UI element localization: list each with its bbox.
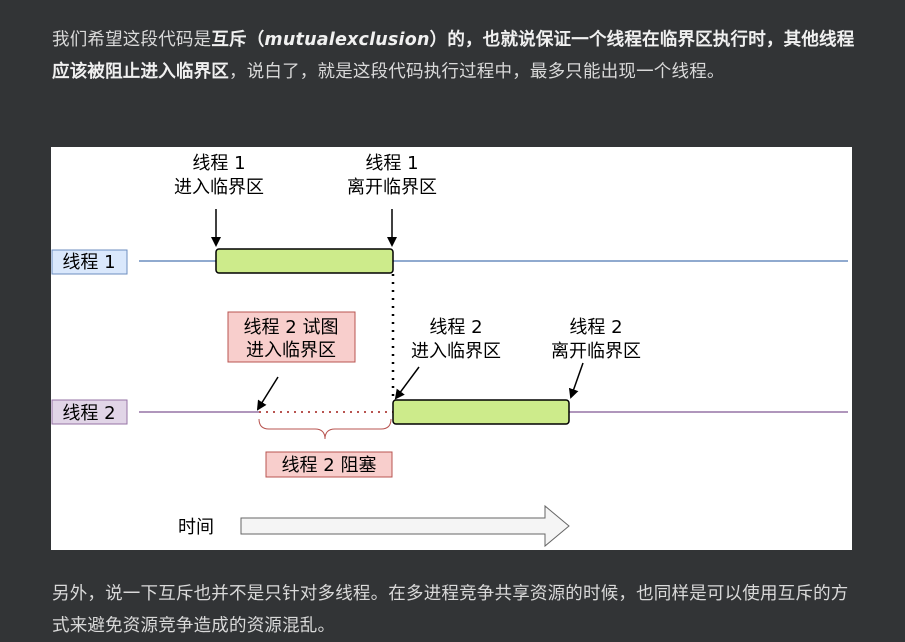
thread2-label: 线程 2 [62,403,115,424]
mutex-timeline-diagram: 线程 1 线程 1 进入临界区 线程 1 离开临界区 线程 2 线程 2 试图 … [51,147,852,550]
t1-exit-label-2: 离开临界区 [347,177,437,198]
t2-try-label-2: 进入临界区 [246,340,336,361]
intro-text-1: 我们希望这段代码是 [52,30,212,50]
thread2-critical-section [392,399,570,425]
intro-italic-term: mutualexclusion [264,30,430,50]
t2-enter-arrow [394,366,420,400]
thread1-label: 线程 1 [62,252,115,273]
t2-try-label-1: 线程 2 试图 [244,317,339,338]
t2-exit-label-2: 离开临界区 [551,341,641,362]
intro-paragraph: 我们希望这段代码是互斥（mutualexclusion）的，也就说保证一个线程在… [52,24,862,88]
blocked-brace [258,418,392,440]
time-arrow [240,504,570,548]
intro-bold-1: 互斥（ [211,30,265,50]
time-label: 时间 [178,517,214,538]
t1-enter-label-2: 进入临界区 [174,177,264,198]
t2-exit-arrow [568,362,584,399]
intro-text-2: ，说白了，就是这段代码执行过程中，最多只能出现一个线程。 [229,62,725,82]
t1-exit-label-1: 线程 1 [365,153,418,174]
t1-enter-label-1: 线程 1 [192,153,245,174]
t2-exit-label-1: 线程 2 [569,317,622,338]
outro-paragraph: 另外，说一下互斥也并不是只针对多线程。在多进程竞争共享资源的时候，也同样是可以使… [52,584,849,636]
thread1-critical-section [215,248,394,274]
t2-try-arrow [256,376,279,411]
t2-enter-label-2: 进入临界区 [411,341,501,362]
t2-enter-label-1: 线程 2 [429,317,482,338]
t2-blocked-label: 线程 2 阻塞 [282,455,377,476]
